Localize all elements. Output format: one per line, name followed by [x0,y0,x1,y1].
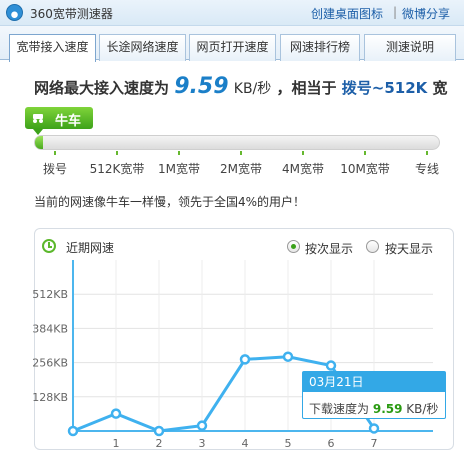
x-tick-label: 1 [113,437,120,450]
y-tick-label: 256KB [32,357,68,370]
data-point-tooltip: 03月21日 下载速度为 9.59 KB/秒 [302,371,446,419]
x-tick-label: 7 [371,437,378,450]
data-point [110,408,122,419]
tooltip-value: 9.59 [372,402,403,416]
x-tick-label: 3 [199,437,206,450]
data-point [239,354,251,365]
tab-access-speed[interactable]: 宽带接入速度 [9,34,96,62]
data-point [368,423,380,434]
x-tick-label: 5 [285,437,292,450]
tooltip-label: 下载速度为 [309,402,370,416]
x-tick-label: 4 [242,437,249,450]
data-point [196,420,208,431]
x-tick-label: 6 [328,437,335,450]
data-point [325,360,337,371]
data-point [282,351,294,362]
x-tick-label: 2 [156,437,163,450]
data-point [67,425,79,437]
data-point [153,425,165,437]
tooltip-body: 下载速度为 9.59 KB/秒 [309,400,438,417]
y-tick-label: 512KB [32,288,68,301]
y-tick-label: 128KB [32,391,68,404]
y-tick-label: 384KB [32,322,68,335]
tooltip-unit: KB/秒 [406,402,439,416]
tooltip-date: 03月21日 [303,372,445,392]
